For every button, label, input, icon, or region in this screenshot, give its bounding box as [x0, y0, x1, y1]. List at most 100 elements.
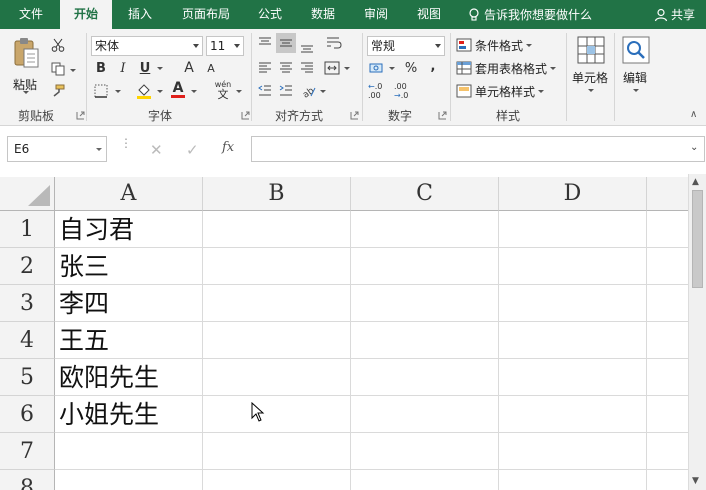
align-left-button[interactable]: [255, 58, 275, 78]
cell[interactable]: [351, 211, 499, 248]
paste-button[interactable]: 粘贴: [10, 35, 42, 95]
cell-a2[interactable]: 张三: [55, 248, 203, 285]
cell[interactable]: [647, 396, 688, 433]
row-header[interactable]: 6: [0, 396, 55, 433]
column-header[interactable]: [647, 177, 688, 211]
row-header[interactable]: 8: [0, 470, 55, 490]
cell-a5[interactable]: 欧阳先生: [55, 359, 203, 396]
fill-color-button[interactable]: [134, 81, 154, 101]
cell[interactable]: [351, 285, 499, 322]
tab-insert[interactable]: 插入: [116, 0, 164, 29]
merge-dropdown-arrow[interactable]: [344, 67, 350, 70]
scroll-down-icon[interactable]: ▼: [692, 476, 699, 486]
bold-button[interactable]: B: [91, 58, 111, 78]
cell[interactable]: [499, 211, 647, 248]
percent-button[interactable]: %: [401, 58, 421, 78]
cell[interactable]: [499, 322, 647, 359]
italic-button[interactable]: I: [113, 58, 133, 78]
column-header-d[interactable]: D: [499, 177, 647, 211]
increase-indent-button[interactable]: [276, 81, 296, 101]
orientation-dropdown-arrow[interactable]: [320, 90, 326, 93]
fill-color-dropdown-arrow[interactable]: [157, 90, 163, 93]
format-painter-button[interactable]: [48, 81, 68, 101]
increase-decimal-button[interactable]: ←.0.00: [368, 82, 390, 102]
font-name-select[interactable]: 宋体: [91, 36, 203, 56]
format-as-table-button[interactable]: 套用表格格式: [456, 58, 557, 78]
cell[interactable]: [351, 433, 499, 470]
drag-handle-icon[interactable]: ⋮: [120, 137, 132, 149]
cancel-icon[interactable]: ✕: [150, 141, 163, 159]
cell-a6[interactable]: 小姐先生: [55, 396, 203, 433]
tell-me-search[interactable]: 告诉我你想要做什么: [468, 0, 592, 29]
grow-font-button[interactable]: A: [179, 58, 199, 78]
merge-center-button[interactable]: [322, 58, 342, 78]
number-launcher-icon[interactable]: [438, 111, 447, 120]
formula-input[interactable]: ⌄: [251, 136, 705, 162]
scroll-up-icon[interactable]: ▲: [692, 177, 699, 187]
cell[interactable]: [499, 359, 647, 396]
name-box-dropdown-arrow[interactable]: [96, 148, 102, 151]
cell[interactable]: [351, 470, 499, 490]
font-color-button[interactable]: A: [168, 79, 188, 99]
cell[interactable]: [499, 433, 647, 470]
vertical-scrollbar[interactable]: ▲ ▼: [688, 174, 706, 490]
row-header[interactable]: 4: [0, 322, 55, 359]
orientation-button[interactable]: ab: [299, 81, 319, 101]
tab-data[interactable]: 数据: [300, 0, 346, 29]
cell-a7[interactable]: [55, 433, 203, 470]
cell[interactable]: [647, 285, 688, 322]
underline-button[interactable]: U: [135, 58, 155, 78]
name-box[interactable]: E6: [7, 136, 107, 162]
row-header[interactable]: 1: [0, 211, 55, 248]
shrink-font-button[interactable]: A: [201, 58, 221, 78]
conditional-formatting-button[interactable]: 条件格式: [456, 35, 533, 55]
align-middle-button[interactable]: [276, 33, 296, 53]
cell[interactable]: [647, 470, 688, 490]
cell[interactable]: [351, 322, 499, 359]
cell[interactable]: [499, 248, 647, 285]
row-header[interactable]: 2: [0, 248, 55, 285]
row-header[interactable]: 3: [0, 285, 55, 322]
tab-home[interactable]: 开始: [60, 0, 112, 29]
decrease-decimal-button[interactable]: .00 →.0: [394, 82, 416, 102]
wrap-text-button[interactable]: [324, 33, 344, 53]
accounting-format-button[interactable]: [367, 58, 387, 78]
expand-formula-bar-icon[interactable]: ⌄: [690, 142, 698, 153]
tab-review[interactable]: 审阅: [354, 0, 398, 29]
cell[interactable]: [351, 359, 499, 396]
insert-function-button[interactable]: fx: [222, 140, 234, 155]
phonetic-dropdown-arrow[interactable]: [236, 90, 242, 93]
cell[interactable]: [647, 359, 688, 396]
alignment-launcher-icon[interactable]: [350, 111, 359, 120]
column-header-c[interactable]: C: [351, 177, 499, 211]
column-header-a[interactable]: A: [55, 177, 203, 211]
tab-file[interactable]: 文件: [6, 0, 56, 29]
cell[interactable]: [499, 470, 647, 490]
cell[interactable]: [203, 322, 351, 359]
cell[interactable]: [351, 248, 499, 285]
cell[interactable]: [203, 285, 351, 322]
cell[interactable]: [203, 433, 351, 470]
cell[interactable]: [203, 211, 351, 248]
collapse-ribbon-icon[interactable]: ∧: [690, 109, 697, 120]
font-size-select[interactable]: 11: [206, 36, 244, 56]
column-header-b[interactable]: B: [203, 177, 351, 211]
font-color-dropdown-arrow[interactable]: [191, 90, 197, 93]
cell[interactable]: [647, 248, 688, 285]
cells-button[interactable]: 单元格: [570, 35, 612, 101]
cell[interactable]: [647, 211, 688, 248]
cell-a4[interactable]: 王五: [55, 322, 203, 359]
cell[interactable]: [351, 396, 499, 433]
cell[interactable]: [203, 248, 351, 285]
align-top-button[interactable]: [255, 33, 275, 53]
row-header[interactable]: 5: [0, 359, 55, 396]
editing-button[interactable]: 编辑: [618, 35, 654, 101]
border-dropdown-arrow[interactable]: [115, 90, 121, 93]
cell-styles-button[interactable]: 单元格样式: [456, 81, 545, 101]
border-button[interactable]: [91, 81, 111, 101]
cell-a8[interactable]: [55, 470, 203, 490]
cell[interactable]: [203, 470, 351, 490]
align-bottom-button[interactable]: [297, 37, 317, 57]
copy-button[interactable]: [48, 59, 68, 79]
align-center-button[interactable]: [276, 58, 296, 78]
